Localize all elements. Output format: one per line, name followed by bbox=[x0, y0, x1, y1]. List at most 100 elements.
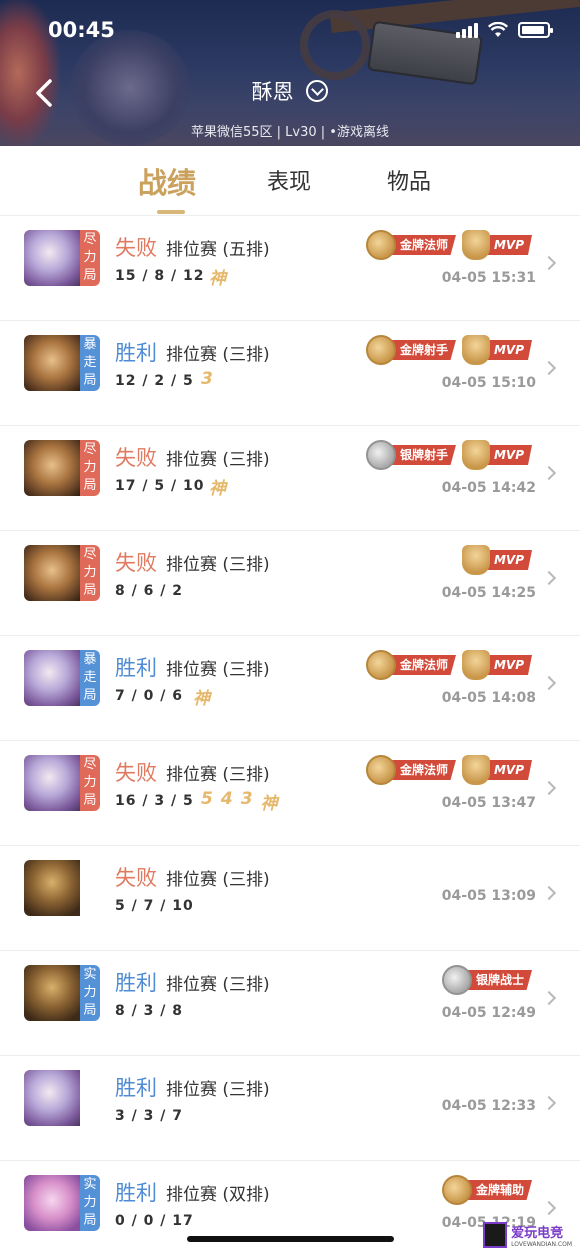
match-type: 排位赛 (五排) bbox=[166, 240, 270, 260]
match-type: 排位赛 (三排) bbox=[166, 555, 270, 575]
match-row[interactable]: 暴走局胜利 排位赛 (三排) 7 / 0 / 6 神 金牌法师 MVP 04-05 14:0… bbox=[0, 636, 580, 741]
badge-group: MVP bbox=[461, 545, 532, 575]
chevron-right-icon bbox=[541, 1200, 557, 1216]
match-row[interactable]: 实力局胜利 排位赛 (三排) 8 / 3 / 8 银牌战士 04-05 12:49 bbox=[0, 951, 580, 1056]
medal-badge: 金牌法师 bbox=[365, 230, 456, 260]
match-row[interactable]: 尽力局失败 排位赛 (五排) 15 / 8 / 12 神 金牌法师 MVP 04-05 15… bbox=[0, 216, 580, 321]
medal-badge: 金牌法师 bbox=[365, 755, 456, 785]
hero-avatar: 尽力局 bbox=[24, 440, 100, 496]
mage-hero-avatar bbox=[24, 230, 80, 286]
hero-avatar bbox=[24, 1070, 100, 1126]
match-row[interactable]: 胜利 排位赛 (三排) 3 / 3 / 7 04-05 12:33 bbox=[0, 1056, 580, 1161]
match-row[interactable]: 暴走局胜利 排位赛 (三排) 12 / 2 / 5 3 金牌射手 MVP 04-05 15:… bbox=[0, 321, 580, 426]
match-row[interactable]: 失败 排位赛 (三排) 5 / 7 / 10 04-05 13:09 bbox=[0, 846, 580, 951]
match-result: 失败 bbox=[115, 236, 157, 260]
wifi-icon bbox=[488, 22, 508, 37]
kda-score: 3 / 3 / 7 bbox=[115, 1108, 183, 1124]
match-type: 排位赛 (三排) bbox=[166, 450, 270, 470]
chevron-right-icon bbox=[541, 885, 557, 901]
hero-avatar: 暴走局 bbox=[24, 650, 100, 706]
mvp-badge: MVP bbox=[461, 545, 532, 575]
match-time: 04-05 13:47 bbox=[441, 795, 536, 811]
mage-hero-avatar bbox=[24, 755, 80, 811]
honor-icon: 神 bbox=[209, 479, 226, 499]
match-type: 排位赛 (三排) bbox=[166, 345, 270, 365]
medal-badge: 金牌法师 bbox=[365, 650, 456, 680]
match-result: 失败 bbox=[115, 866, 157, 890]
honor-icons: 神 bbox=[209, 264, 226, 289]
kda-score: 16 / 3 / 5 bbox=[115, 793, 194, 809]
trophy-icon bbox=[461, 440, 490, 470]
trophy-icon bbox=[461, 230, 490, 260]
tab-indicator bbox=[157, 210, 185, 214]
medal-label: 银牌射手 bbox=[387, 445, 456, 465]
honor-icon: 5 bbox=[201, 789, 213, 809]
honor-icon: 3 bbox=[201, 369, 213, 389]
kda-score: 8 / 3 / 8 bbox=[115, 1003, 183, 1019]
match-type: 排位赛 (三排) bbox=[166, 660, 270, 680]
match-row[interactable]: 尽力局失败 排位赛 (三排) 16 / 3 / 5 5 4 3 神 金牌法师 MVP 04-05 … bbox=[0, 741, 580, 846]
hero-avatar: 实力局 bbox=[24, 965, 100, 1021]
marksman-hero-avatar bbox=[24, 545, 80, 601]
chevron-right-icon bbox=[541, 570, 557, 586]
match-result: 胜利 bbox=[115, 1181, 157, 1205]
match-time: 04-05 12:49 bbox=[441, 1005, 536, 1021]
hero-avatar: 尽力局 bbox=[24, 755, 100, 811]
medal-icon bbox=[365, 650, 396, 680]
trophy-icon bbox=[461, 650, 490, 680]
kda-score: 0 / 0 / 17 bbox=[115, 1213, 194, 1229]
honor-icons: 543神 bbox=[201, 789, 278, 814]
warrior-hero-avatar bbox=[24, 965, 80, 1021]
home-indicator bbox=[187, 1236, 394, 1242]
match-result: 失败 bbox=[115, 761, 157, 785]
tab-record[interactable]: 战绩 bbox=[138, 160, 196, 202]
medal-icon bbox=[441, 965, 472, 995]
header-ring-art bbox=[300, 10, 370, 80]
honor-icon: 神 bbox=[260, 794, 278, 814]
trophy-icon bbox=[461, 755, 490, 785]
chevron-right-icon bbox=[541, 990, 557, 1006]
medal-icon bbox=[365, 335, 396, 365]
badge-group: 金牌法师 MVP bbox=[365, 650, 532, 680]
medal-icon bbox=[365, 755, 396, 785]
warrior-hero-avatar bbox=[24, 860, 80, 916]
match-mode-tag: 尽力局 bbox=[80, 545, 100, 601]
badge-group: 金牌法师 MVP bbox=[365, 230, 532, 260]
medal-label: 金牌法师 bbox=[387, 235, 456, 255]
match-type: 排位赛 (三排) bbox=[166, 1080, 270, 1100]
chevron-right-icon bbox=[541, 675, 557, 691]
match-mode-tag: 暴走局 bbox=[80, 650, 100, 706]
match-result: 失败 bbox=[115, 446, 157, 470]
honor-icons: 神 bbox=[193, 684, 210, 709]
tab-items[interactable]: 物品 bbox=[387, 164, 431, 196]
trophy-icon bbox=[461, 335, 490, 365]
match-time: 04-05 13:09 bbox=[441, 888, 536, 904]
kda-score: 8 / 6 / 2 bbox=[115, 583, 183, 599]
player-title[interactable]: 酥恩 bbox=[0, 76, 580, 106]
kda-score: 7 / 0 / 6 bbox=[115, 688, 183, 704]
match-mode-tag: 暴走局 bbox=[80, 335, 100, 391]
match-result: 胜利 bbox=[115, 971, 157, 995]
match-mode-tag: 尽力局 bbox=[80, 755, 100, 811]
honor-icons: 神 bbox=[209, 474, 226, 499]
tab-performance[interactable]: 表现 bbox=[267, 164, 311, 196]
match-time: 04-05 12:33 bbox=[441, 1098, 536, 1114]
medal-label: 金牌法师 bbox=[387, 760, 456, 780]
honor-icon: 神 bbox=[193, 689, 210, 709]
medal-label: 金牌射手 bbox=[387, 340, 456, 360]
medal-label: 金牌辅助 bbox=[463, 1180, 532, 1200]
marksman-hero-avatar bbox=[24, 440, 80, 496]
watermark: 爱玩电竞 LOVEWANDIAN.COM bbox=[483, 1222, 572, 1248]
watermark-logo bbox=[483, 1222, 508, 1248]
match-result: 胜利 bbox=[115, 1076, 157, 1100]
medal-badge: 银牌射手 bbox=[365, 440, 456, 470]
match-time: 04-05 14:42 bbox=[441, 480, 536, 496]
match-row[interactable]: 尽力局失败 排位赛 (三排) 8 / 6 / 2 MVP 04-05 14:25 bbox=[0, 531, 580, 636]
chevron-down-icon[interactable] bbox=[306, 80, 329, 102]
hero-avatar: 实力局 bbox=[24, 1175, 100, 1231]
match-row[interactable]: 尽力局失败 排位赛 (三排) 17 / 5 / 10 神 银牌射手 MVP 04-05 14… bbox=[0, 426, 580, 531]
hero-avatar bbox=[24, 860, 100, 916]
hero-avatar: 暴走局 bbox=[24, 335, 100, 391]
player-subtitle: 苹果微信55区 | Lv30 | •游戏离线 bbox=[191, 125, 389, 140]
hero-avatar: 尽力局 bbox=[24, 230, 100, 286]
